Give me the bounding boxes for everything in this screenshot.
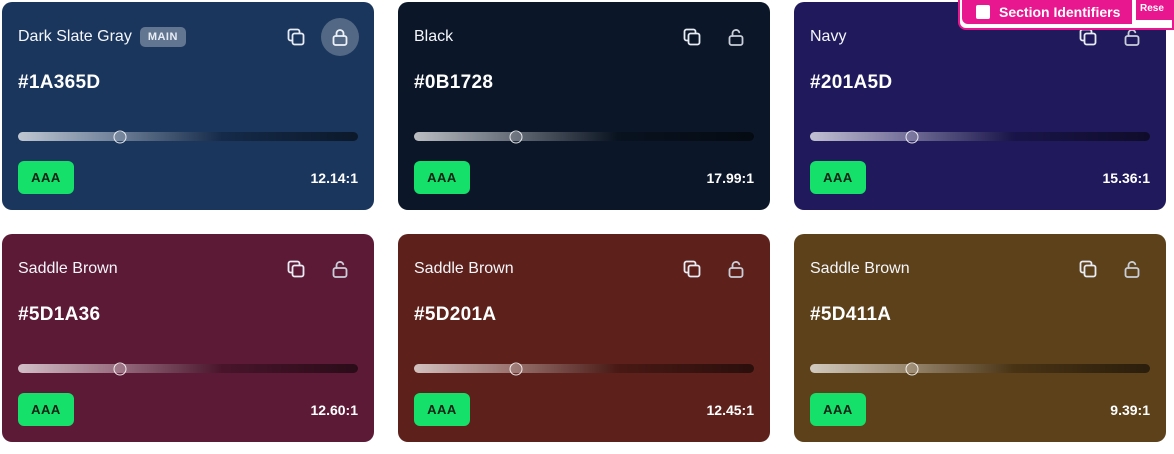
color-name: Navy: [810, 28, 847, 45]
lightness-slider[interactable]: [18, 130, 358, 143]
contrast-ratio: 12.45:1: [706, 402, 754, 418]
slider-thumb[interactable]: [509, 130, 523, 143]
slider-thumb[interactable]: [905, 130, 919, 143]
lock-button[interactable]: [321, 18, 359, 56]
copy-icon: [683, 28, 701, 46]
section-identifiers-label: Section Identifiers: [999, 4, 1121, 20]
lock-button[interactable]: [717, 250, 755, 288]
copy-button[interactable]: [1069, 250, 1107, 288]
color-card: Dark Slate Gray MAIN #1A365D AAA 12.14:1: [2, 2, 374, 210]
hex-value: #0B1728: [414, 72, 494, 93]
copy-icon: [287, 260, 305, 278]
contrast-ratio: 15.36:1: [1102, 170, 1150, 186]
color-card: Saddle Brown #5D411A AAA 9.39:1: [794, 234, 1166, 442]
color-name: Saddle Brown: [18, 260, 118, 277]
hex-value: #5D411A: [810, 304, 892, 325]
slider-thumb[interactable]: [113, 130, 127, 143]
hex-value: #201A5D: [810, 72, 893, 93]
contrast-rating-badge: AAA: [810, 393, 866, 426]
color-name: Black: [414, 28, 454, 45]
contrast-rating-badge: AAA: [18, 393, 74, 426]
copy-button[interactable]: [277, 250, 315, 288]
copy-icon: [683, 260, 701, 278]
hex-value: #1A365D: [18, 72, 101, 93]
color-card: Saddle Brown #5D201A AAA 12.45:1: [398, 234, 770, 442]
section-identifiers-checkbox[interactable]: [976, 5, 990, 19]
copy-button[interactable]: [277, 18, 315, 56]
lock-icon: [332, 29, 348, 46]
contrast-ratio: 12.14:1: [310, 170, 358, 186]
unlock-icon: [332, 261, 348, 278]
unlock-icon: [1124, 261, 1140, 278]
reset-button[interactable]: Rese: [1136, 0, 1174, 20]
copy-icon: [1079, 260, 1097, 278]
palette-grid: Dark Slate Gray MAIN #1A365D AAA 12.14:1…: [2, 2, 1166, 442]
hex-value: #5D201A: [414, 304, 497, 325]
unlock-icon: [728, 261, 744, 278]
lock-button[interactable]: [1113, 250, 1151, 288]
color-name: Saddle Brown: [414, 260, 514, 277]
color-card: Black #0B1728 AAA 17.99:1: [398, 2, 770, 210]
color-name: Saddle Brown: [810, 260, 910, 277]
contrast-rating-badge: AAA: [810, 161, 866, 194]
unlock-icon: [1124, 29, 1140, 46]
unlock-icon: [728, 29, 744, 46]
lightness-slider[interactable]: [18, 362, 358, 375]
slider-thumb[interactable]: [905, 362, 919, 375]
section-identifiers-toggle[interactable]: Section Identifiers: [962, 0, 1132, 24]
contrast-ratio: 17.99:1: [706, 170, 754, 186]
contrast-rating-badge: AAA: [18, 161, 74, 194]
lock-button[interactable]: [321, 250, 359, 288]
lightness-slider[interactable]: [810, 362, 1150, 375]
lightness-slider[interactable]: [414, 130, 754, 143]
copy-button[interactable]: [673, 18, 711, 56]
color-name: Dark Slate Gray: [18, 28, 132, 45]
slider-thumb[interactable]: [113, 362, 127, 375]
lightness-slider[interactable]: [414, 362, 754, 375]
color-card: Saddle Brown #5D1A36 AAA 12.60:1: [2, 234, 374, 442]
copy-button[interactable]: [673, 250, 711, 288]
lightness-slider[interactable]: [810, 130, 1150, 143]
contrast-rating-badge: AAA: [414, 161, 470, 194]
color-card: Navy #201A5D AAA 15.36:1: [794, 2, 1166, 210]
copy-icon: [287, 28, 305, 46]
contrast-rating-badge: AAA: [414, 393, 470, 426]
lock-button[interactable]: [717, 18, 755, 56]
section-identifiers-panel: Section Identifiers Rese: [958, 0, 1174, 30]
contrast-ratio: 9.39:1: [1110, 402, 1150, 418]
slider-thumb[interactable]: [509, 362, 523, 375]
hex-value: #5D1A36: [18, 304, 101, 325]
contrast-ratio: 12.60:1: [310, 402, 358, 418]
copy-icon: [1079, 28, 1097, 46]
main-badge: MAIN: [139, 27, 186, 47]
